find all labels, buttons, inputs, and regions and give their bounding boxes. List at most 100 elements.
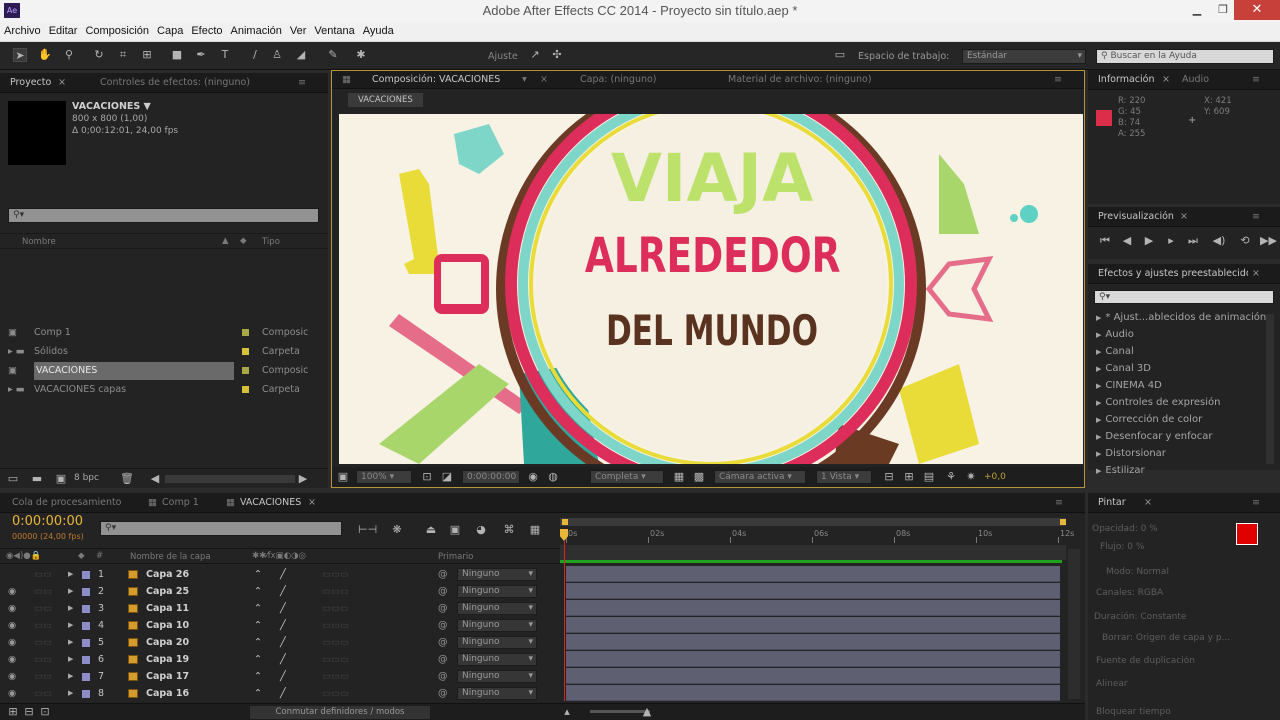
layer-switches-icon[interactable]: ▭▭▭ — [322, 617, 349, 634]
type-tool-icon[interactable]: T — [218, 48, 232, 62]
brainstorm-icon[interactable]: ▦ — [528, 523, 542, 537]
effects-search-input[interactable]: ⚲▾ — [1094, 290, 1274, 304]
exposure-icon[interactable]: ✷ — [964, 470, 978, 484]
graph-editor-icon[interactable]: ⌘ — [502, 523, 516, 537]
parent-select[interactable]: Ninguno ▾ — [457, 568, 537, 581]
timeline-search-input[interactable]: ⚲▾ — [100, 521, 342, 536]
tab-info[interactable]: Información — [1098, 74, 1155, 85]
roto-brush-tool-icon[interactable]: ✎ — [326, 48, 340, 62]
effects-category-item[interactable]: ▶ Desenfocar y enfocar — [1096, 431, 1212, 442]
zoom-select[interactable]: 100% ▾ — [356, 470, 412, 484]
tab-composition[interactable]: Composición: VACACIONES — [372, 74, 500, 85]
pick-whip-icon[interactable]: @ — [438, 668, 448, 685]
effects-category-item[interactable]: ▶ Controles de expresión — [1096, 397, 1221, 408]
pick-whip-icon[interactable]: @ — [438, 600, 448, 617]
puppet-pin-tool-icon[interactable]: ✱ — [354, 48, 368, 62]
menu-composicion[interactable]: Composición — [81, 22, 153, 37]
label-color-swatch[interactable] — [242, 348, 249, 355]
composition-canvas[interactable]: VIAJA ALREDEDOR DEL MUNDO — [339, 114, 1083, 464]
new-composition-icon[interactable]: ▣ — [54, 472, 68, 486]
quality-switch-icon[interactable]: ╱ — [280, 566, 286, 583]
quality-switch-icon[interactable]: ╱ — [280, 685, 286, 702]
selection-tool-icon[interactable]: ➤ — [13, 48, 27, 62]
label-color-swatch[interactable] — [242, 386, 249, 393]
effects-category-item[interactable]: ▶ Canal 3D — [1096, 363, 1151, 374]
effects-category-item[interactable]: ▶ Distorsionar — [1096, 448, 1166, 459]
layer-switches-icon[interactable]: ▭▭▭ — [322, 600, 349, 617]
previous-frame-icon[interactable]: ◀ — [1120, 234, 1134, 248]
scroll-right-icon[interactable]: ▶ — [296, 472, 310, 486]
ram-preview-icon[interactable]: ▶▶ — [1260, 234, 1277, 248]
camera-tool-icon[interactable]: ⌗ — [116, 48, 130, 62]
expand-arrow-icon[interactable]: ▶ — [68, 651, 73, 668]
quality-switch-icon[interactable]: ╱ — [280, 634, 286, 651]
minimize-icon[interactable]: ▁ — [1184, 0, 1210, 20]
effects-scrollbar[interactable] — [1266, 314, 1274, 464]
label-color-swatch[interactable] — [82, 588, 90, 596]
label-color-swatch[interactable] — [242, 367, 249, 374]
show-channel-icon[interactable]: ◍ — [546, 470, 560, 484]
shy-layers-icon[interactable]: ⏏ — [424, 523, 438, 537]
pixel-aspect-icon[interactable]: ⊟ — [882, 470, 896, 484]
eraser-tool-icon[interactable]: ◢ — [294, 48, 308, 62]
expand-timing-icon[interactable]: ⊡ — [38, 705, 52, 719]
quality-switch-icon[interactable]: ╱ — [280, 617, 286, 634]
tab-layer[interactable]: Capa: (ninguno) — [580, 74, 657, 85]
quality-switch-icon[interactable]: ╱ — [280, 583, 286, 600]
label-color-swatch[interactable] — [242, 329, 249, 336]
expand-arrow-icon[interactable]: ▶ — [68, 617, 73, 634]
layer-switches-icon[interactable]: ▭▭▭ — [322, 566, 349, 583]
mask-visibility-icon[interactable]: ◪ — [440, 470, 454, 484]
layer-duration-bar[interactable] — [566, 600, 1060, 616]
pick-whip-icon[interactable]: @ — [438, 634, 448, 651]
eye-icon[interactable]: ◉ — [8, 583, 16, 600]
timeline-scrollbar[interactable] — [1068, 549, 1080, 699]
quality-switch-icon[interactable]: ╱ — [280, 651, 286, 668]
pick-whip-icon[interactable]: @ — [438, 651, 448, 668]
menu-ayuda[interactable]: Ayuda — [359, 22, 398, 37]
layer-switches-icon[interactable]: ▭▭▭ — [322, 634, 349, 651]
panel-menu-icon[interactable]: ≡ — [1252, 74, 1260, 85]
layer-row[interactable]: ▭▭ ▶ 1 Capa 26 ⌃ ╱ ▭▭▭ @ Ninguno ▾ — [0, 566, 560, 583]
last-frame-icon[interactable]: ⏭ — [1186, 234, 1200, 248]
layer-row[interactable]: ◉ ▭▭ ▶ 5 Capa 20 ⌃ ╱ ▭▭▭ @ Ninguno ▾ — [0, 634, 560, 651]
parent-select[interactable]: Ninguno ▾ — [457, 602, 537, 615]
tab-paint[interactable]: Pintar — [1098, 497, 1126, 508]
column-type[interactable]: Tipo — [262, 237, 280, 247]
tab-audio[interactable]: Audio — [1182, 74, 1209, 85]
tab-effects-presets[interactable]: Efectos y ajustes preestablecidos — [1098, 268, 1248, 279]
delete-icon[interactable]: 🗑 — [120, 472, 134, 486]
scroll-left-icon[interactable]: ◀ — [148, 472, 162, 486]
eye-icon[interactable]: ◉ — [8, 651, 16, 668]
layer-row[interactable]: ◉ ▭▭ ▶ 7 Capa 17 ⌃ ╱ ▭▭▭ @ Ninguno ▾ — [0, 668, 560, 685]
rotate-tool-icon[interactable]: ↻ — [92, 48, 106, 62]
menu-efecto[interactable]: Efecto — [187, 22, 226, 37]
tab-footage[interactable]: Material de archivo: (ninguno) — [728, 74, 872, 85]
label-color-swatch[interactable] — [82, 639, 90, 647]
rectangle-tool-icon[interactable]: ■ — [170, 48, 184, 62]
parent-select[interactable]: Ninguno ▾ — [457, 585, 537, 598]
tab-preview[interactable]: Previsualización — [1098, 211, 1174, 222]
panel-menu-icon[interactable]: ≡ — [1252, 497, 1260, 508]
layer-duration-bar[interactable] — [566, 634, 1060, 650]
menu-capa[interactable]: Capa — [153, 22, 187, 37]
column-name[interactable]: Nombre — [22, 237, 56, 247]
effects-category-item[interactable]: ▶ Audio — [1096, 329, 1134, 340]
pick-whip-icon[interactable]: @ — [438, 617, 448, 634]
layer-switches-icon[interactable]: ▭▭▭ — [322, 583, 349, 600]
chevron-down-icon[interactable]: ▾ — [522, 74, 527, 85]
label-color-swatch[interactable] — [82, 656, 90, 664]
layer-switches-icon[interactable]: ▭▭▭ — [322, 685, 349, 702]
shy-switch-icon[interactable]: ⌃ — [254, 600, 262, 617]
expand-modes-icon[interactable]: ⊟ — [22, 705, 36, 719]
solo-lock-icon[interactable]: ▭▭ — [34, 583, 52, 600]
parent-select[interactable]: Ninguno ▾ — [457, 636, 537, 649]
new-folder-icon[interactable]: ▬ — [30, 472, 44, 486]
zoom-in-icon[interactable]: ▲ — [640, 705, 654, 719]
expand-arrow-icon[interactable]: ▶ — [68, 634, 73, 651]
solo-lock-icon[interactable]: ▭▭ — [34, 566, 52, 583]
parent-select[interactable]: Ninguno ▾ — [457, 670, 537, 683]
frame-blending-icon[interactable]: ▣ — [448, 523, 462, 537]
transparency-grid-icon[interactable]: ▩ — [692, 470, 706, 484]
expand-arrow-icon[interactable]: ▶ — [68, 685, 73, 702]
